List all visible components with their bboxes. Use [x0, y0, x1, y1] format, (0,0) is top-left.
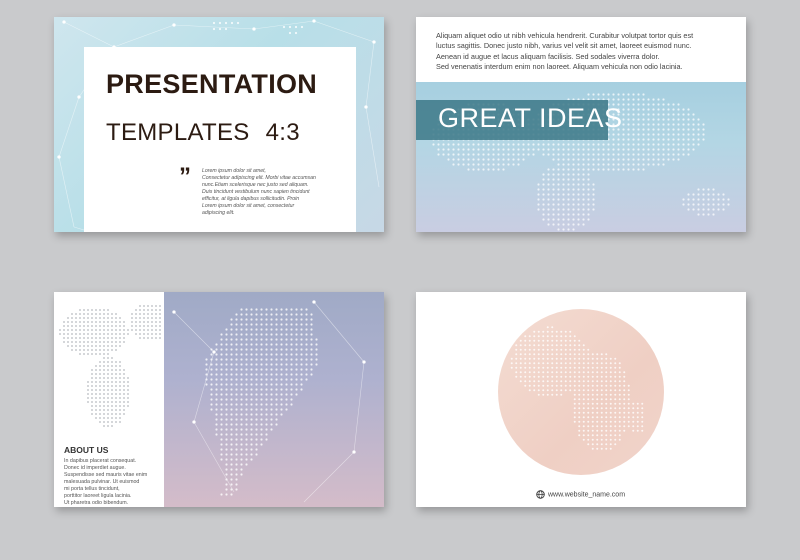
- about-us-heading: ABOUT US: [64, 445, 109, 455]
- intro-text: Aliquam aliquet odio ut nibh vehicula he…: [436, 31, 736, 72]
- quote-line: nunc.Etiam scelerisque nec justo sed ali…: [202, 182, 309, 188]
- about-line: In dapibus placerat consequat.: [64, 458, 137, 464]
- quote-line: adipiscing elit.: [202, 210, 235, 216]
- title-ratio: 4:3: [265, 119, 300, 146]
- website-line: www.website_name.com: [536, 490, 625, 499]
- quote-line: Lorem ipsum dolor sit amet,: [202, 168, 267, 174]
- about-line: Suspendisse sed mauris vitae enim: [64, 472, 148, 478]
- title-box: PRESENTATION TEMPLATES 4:3 ” Lorem ipsum …: [84, 47, 356, 232]
- quote-line: efficitur, at ligula dapibus sollicitudi…: [202, 196, 300, 202]
- quote-mark: ”: [179, 163, 191, 190]
- intro-line: Aenean id augue et lacus aliquam facilis…: [436, 51, 660, 61]
- quote-body: Lorem ipsum dolor sit amet, Consectetur …: [202, 168, 347, 217]
- quote-line: Consectetur adipiscing elit. Morbi vitae…: [202, 175, 316, 181]
- intro-line: luctus sagittis. Donec justo nibh, variu…: [436, 41, 692, 51]
- band-title: GREAT IDEAS: [438, 103, 623, 133]
- about-line: mi porta tellus tincidunt,: [64, 486, 120, 492]
- quote-line: Lorem ipsum dolor sit amet, consectetur: [202, 203, 295, 209]
- intro-line: Sed venenatis interdum enim non laoreet.…: [436, 61, 683, 71]
- network-dots: [172, 300, 366, 503]
- title-templates: TEMPLATES: [106, 119, 250, 146]
- globe-icon: [536, 490, 545, 499]
- about-line: malesuada pulvinar. Ut euismod: [64, 479, 140, 485]
- about-line: Ut pharetra odio bibendum.: [64, 500, 129, 506]
- about-us-body: In dapibus placerat consequat. Donec id …: [64, 458, 164, 507]
- continent-image: [164, 292, 384, 507]
- slide-globe: www.website_name.com: [416, 292, 746, 507]
- slide-presentation-templates: PRESENTATION TEMPLATES 4:3 ” Lorem ipsum …: [54, 17, 384, 232]
- title-line-1: PRESENTATION: [106, 69, 318, 99]
- title-line-2: TEMPLATES 4:3: [106, 119, 300, 147]
- globe-image: [496, 307, 666, 482]
- slide-great-ideas: Aliquam aliquet odio ut nibh vehicula he…: [416, 17, 746, 232]
- website-url: www.website_name.com: [548, 491, 626, 499]
- globe-circle: [498, 309, 664, 475]
- intro-line: Aliquam aliquet odio ut nibh vehicula he…: [436, 31, 694, 40]
- quote-line: Duis tincidunt vestibulum nunc sapien ti…: [202, 189, 310, 195]
- about-line: Donec id imperdiet augue.: [64, 465, 126, 471]
- dotted-world-map: [59, 305, 161, 427]
- about-line: porttitor laoreet ligula lacinia.: [64, 493, 132, 499]
- slide-about-us: ABOUT US In dapibus placerat consequat. …: [54, 292, 384, 507]
- title-band: GREAT IDEAS: [416, 100, 622, 140]
